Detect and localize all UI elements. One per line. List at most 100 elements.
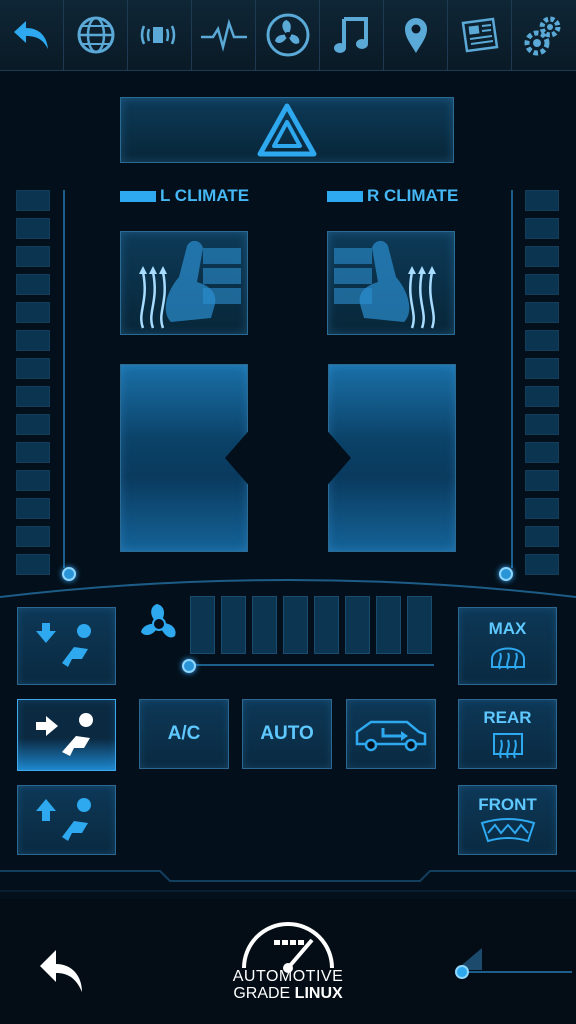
temp-scale-segment	[525, 246, 559, 267]
agl-logo-line2: GRADE LINUX	[222, 985, 354, 1003]
fan-speed-segment[interactable]	[345, 596, 370, 654]
agl-logo: AUTOMOTIVE GRADE LINUX	[222, 918, 354, 1018]
right-temp-slider-track	[511, 190, 513, 568]
left-seat-heat-button[interactable]	[120, 231, 248, 335]
bottom-frame-decoration	[0, 870, 576, 892]
max-defrost-icon	[490, 647, 525, 670]
temp-scale-segment	[16, 442, 50, 463]
airflow-forward-seat-icon	[35, 713, 93, 756]
front-defrost-button[interactable]: FRONT	[458, 785, 557, 855]
settings-button[interactable]	[512, 0, 576, 70]
temp-scale-segment	[16, 526, 50, 547]
hazard-triangle-icon	[257, 103, 317, 157]
max-defrost-label: MAX	[488, 619, 527, 638]
speedometer-logo-icon	[242, 922, 334, 973]
ac-label: A/C	[167, 723, 201, 744]
dashboard-button[interactable]	[192, 0, 256, 70]
right-temp-scale[interactable]	[525, 190, 559, 582]
temp-scale-segment	[16, 190, 50, 211]
fan-speed-segment[interactable]	[221, 596, 246, 654]
temp-scale-segment	[16, 218, 50, 239]
temp-scale-segment	[525, 442, 559, 463]
navigation-button[interactable]	[384, 0, 448, 70]
temp-scale-segment	[525, 218, 559, 239]
fan-speed-segment[interactable]	[314, 596, 339, 654]
airflow-down-button[interactable]	[17, 607, 116, 685]
temp-scale-segment	[525, 330, 559, 351]
temp-scale-segment	[525, 302, 559, 323]
browser-button[interactable]	[64, 0, 128, 70]
rear-defrost-button[interactable]: REAR	[458, 699, 557, 769]
airflow-down-seat-icon	[35, 623, 91, 667]
temp-scale-segment	[525, 470, 559, 491]
bottom-bar: AUTOMOTIVE GRADE LINUX	[0, 900, 576, 1024]
airflow-up-seat-icon	[35, 798, 91, 841]
front-defrost-icon	[480, 818, 535, 843]
fan-slider-knob[interactable]	[182, 659, 196, 673]
temp-scale-segment	[525, 526, 559, 547]
temp-scale-segment	[525, 358, 559, 379]
back-arrow-icon	[13, 21, 48, 49]
left-climate-text: L CLIMATE	[160, 186, 250, 205]
agl-logo-linux: LINUX	[294, 985, 343, 1002]
auto-button[interactable]: AUTO	[242, 699, 332, 769]
audio-button[interactable]	[128, 0, 192, 70]
right-climate-label: R CLIMATE	[327, 186, 458, 206]
news-button[interactable]	[448, 0, 512, 70]
heartbeat-icon	[200, 18, 247, 52]
back-arrow-icon	[40, 950, 82, 992]
temp-scale-segment	[16, 274, 50, 295]
temp-scale-segment	[525, 386, 559, 407]
rear-defrost-icon	[492, 733, 523, 759]
fan-speed-segment[interactable]	[407, 596, 432, 654]
newspaper-icon	[461, 17, 498, 53]
left-temp-scale[interactable]	[16, 190, 50, 582]
front-defrost-label: FRONT	[478, 795, 537, 814]
airflow-forward-button[interactable]	[17, 699, 116, 771]
fan-speed-segment[interactable]	[376, 596, 401, 654]
speaker-icon	[140, 25, 175, 45]
temp-scale-segment	[16, 330, 50, 351]
right-climate-bar	[327, 190, 363, 202]
airflow-up-button[interactable]	[17, 785, 116, 855]
temp-scale-segment	[525, 414, 559, 435]
back-button[interactable]	[0, 0, 64, 70]
fan-speed-segment[interactable]	[190, 596, 215, 654]
media-button[interactable]	[320, 0, 384, 70]
left-temp-slider-track	[63, 190, 65, 568]
right-temp-display[interactable]	[328, 364, 456, 552]
right-seat-heat-icon	[334, 240, 436, 329]
temp-scale-segment	[16, 414, 50, 435]
temp-scale-segment	[525, 190, 559, 211]
recirculation-button[interactable]	[346, 699, 436, 769]
home-back-button[interactable]	[36, 944, 90, 1003]
agl-logo-grade: GRADE	[233, 985, 295, 1002]
volume-slider[interactable]	[454, 946, 574, 986]
temp-scale-segment	[16, 302, 50, 323]
location-pin-icon	[404, 18, 427, 53]
temp-scale-segment	[525, 274, 559, 295]
fan-speed-segment[interactable]	[283, 596, 308, 654]
temp-scale-segment	[16, 246, 50, 267]
fan-speed-icon-wrap	[136, 601, 182, 647]
temp-scale-segment	[525, 498, 559, 519]
left-climate-bar	[120, 190, 156, 202]
temp-scale-segment	[16, 386, 50, 407]
ac-button[interactable]: A/C	[139, 699, 229, 769]
fan-slider-track	[188, 664, 434, 666]
right-seat-heat-button[interactable]	[327, 231, 455, 335]
hvac-button[interactable]	[256, 0, 320, 70]
rear-defrost-label: REAR	[483, 708, 532, 727]
top-nav-bar	[0, 0, 576, 71]
left-temp-display[interactable]	[120, 364, 248, 552]
volume-icon	[455, 948, 572, 979]
temp-scale-segment	[16, 498, 50, 519]
fan-speed-segment[interactable]	[252, 596, 277, 654]
temp-scale-segment	[16, 358, 50, 379]
globe-icon	[77, 16, 114, 54]
right-climate-text: R CLIMATE	[367, 186, 459, 205]
hazard-button[interactable]	[120, 97, 454, 163]
music-note-icon	[333, 17, 368, 53]
max-defrost-button[interactable]: MAX	[458, 607, 557, 685]
left-climate-label: L CLIMATE	[120, 186, 249, 206]
